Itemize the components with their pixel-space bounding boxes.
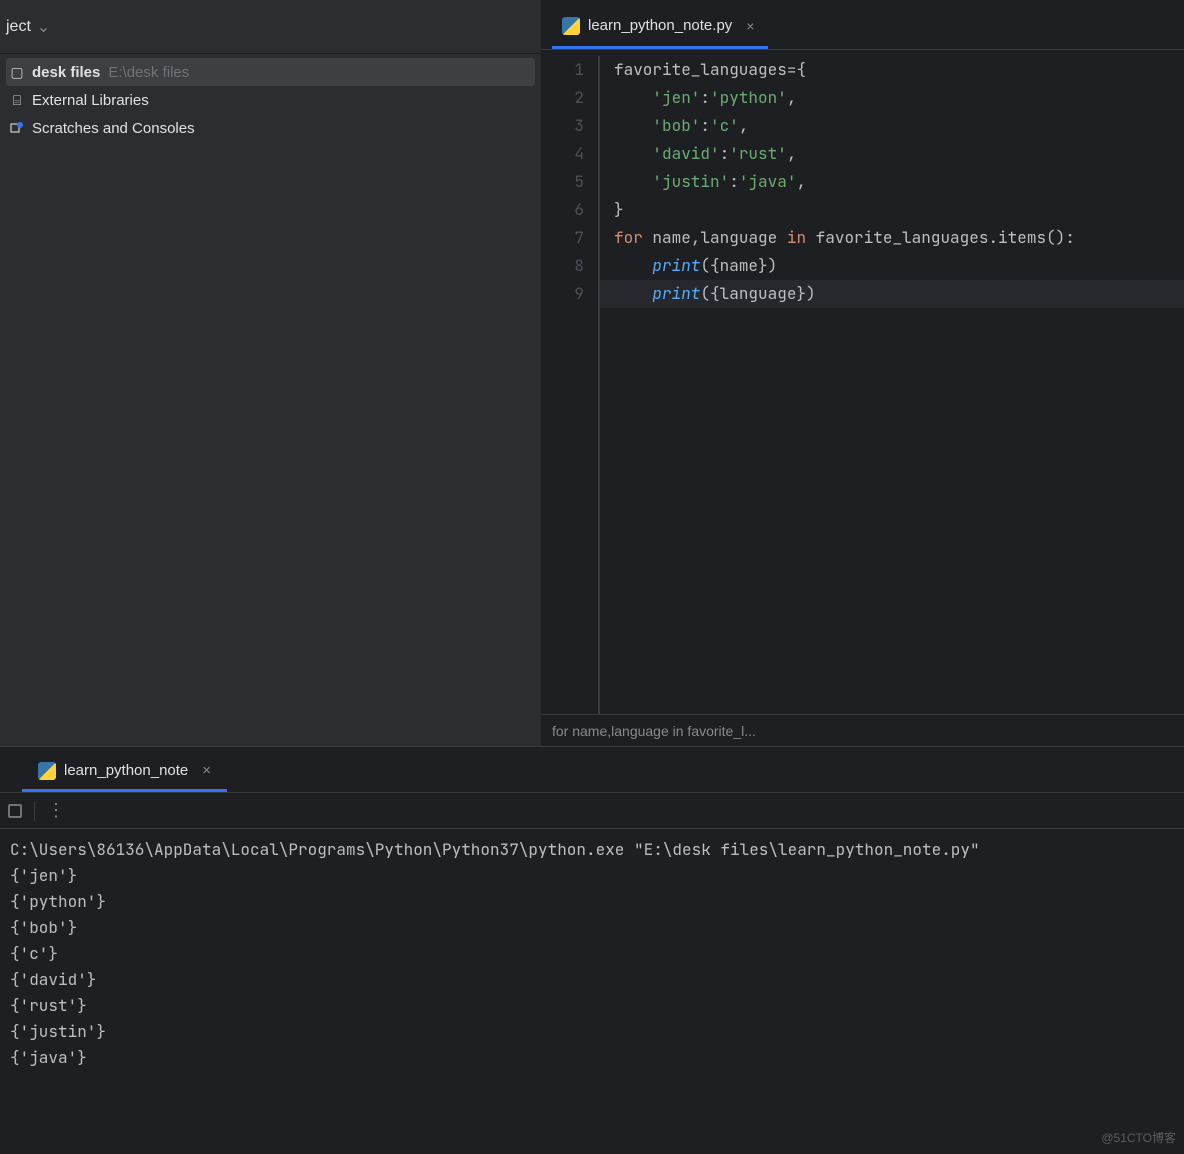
line-number: 2 — [542, 84, 584, 112]
code-line[interactable]: 'jen':'python', — [614, 84, 1184, 112]
line-number: 6 — [542, 196, 584, 224]
tree-item-scratches-and-consoles[interactable]: Scratches and Consoles — [0, 114, 541, 142]
code-line[interactable]: print({language}) — [600, 280, 1184, 308]
line-number: 3 — [542, 112, 584, 140]
gutter: 123456789 — [542, 56, 598, 714]
scratch-icon — [8, 119, 26, 137]
run-tab[interactable]: learn_python_note × — [22, 752, 227, 792]
line-number: 1 — [542, 56, 584, 84]
stop-icon[interactable] — [8, 804, 22, 818]
code-line[interactable]: } — [614, 196, 1184, 224]
code-line[interactable]: for name,language in favorite_languages.… — [614, 224, 1184, 252]
project-tree: ▢ desk files E:\desk files ⌸ External Librar… — [0, 54, 541, 146]
line-number: 5 — [542, 168, 584, 196]
line-number: 4 — [542, 140, 584, 168]
line-number: 9 — [542, 280, 584, 308]
separator — [34, 801, 35, 821]
project-label: ject — [6, 18, 31, 36]
breadcrumb-text: for name,language in favorite_l... — [552, 723, 756, 739]
editor-pane: learn_python_note.py × 123456789 favorit… — [542, 0, 1184, 746]
project-sidebar: ject ⌄ ▢ desk files E:\desk files ⌸ External… — [0, 0, 542, 746]
folder-icon: ▢ — [8, 63, 26, 81]
console-output[interactable]: C:\Users\86136\AppData\Local\Programs\Py… — [0, 829, 1184, 1154]
chevron-down-icon: ⌄ — [37, 17, 50, 37]
code-editor[interactable]: 123456789 favorite_languages={ 'jen':'py… — [542, 50, 1184, 714]
tab-filename: learn_python_note.py — [588, 17, 732, 34]
code-line[interactable]: favorite_languages={ — [614, 56, 1184, 84]
code-line[interactable]: 'justin':'java', — [614, 168, 1184, 196]
code-line[interactable]: 'bob':'c', — [614, 112, 1184, 140]
close-icon[interactable]: × — [746, 18, 754, 34]
tree-item-desk-files[interactable]: ▢ desk files E:\desk files — [6, 58, 535, 86]
line-number: 8 — [542, 252, 584, 280]
run-toolbar: ⋮ — [0, 793, 1184, 829]
run-tab-label: learn_python_note — [64, 762, 188, 779]
tree-item-label: desk files — [32, 64, 100, 81]
editor-tab[interactable]: learn_python_note.py × — [552, 5, 768, 49]
more-icon[interactable]: ⋮ — [47, 800, 67, 821]
python-icon — [38, 762, 56, 780]
close-icon[interactable]: × — [202, 762, 211, 779]
tree-item-label: External Libraries — [32, 92, 149, 109]
python-icon — [562, 17, 580, 35]
code-line[interactable]: 'david':'rust', — [614, 140, 1184, 168]
project-dropdown[interactable]: ject ⌄ — [0, 0, 541, 54]
run-panel: learn_python_note × ⋮ C:\Users\86136\App… — [0, 746, 1184, 1154]
breadcrumb[interactable]: for name,language in favorite_l... — [542, 714, 1184, 746]
watermark: @51CTO博客 — [1101, 1129, 1176, 1146]
tree-item-external-libraries[interactable]: ⌸ External Libraries — [0, 86, 541, 114]
line-number: 7 — [542, 224, 584, 252]
tree-item-path: E:\desk files — [108, 64, 189, 81]
code-content[interactable]: favorite_languages={ 'jen':'python', 'bo… — [600, 56, 1184, 714]
editor-tabs: learn_python_note.py × — [542, 0, 1184, 50]
run-tabs: learn_python_note × — [0, 747, 1184, 793]
code-line[interactable]: print({name}) — [614, 252, 1184, 280]
library-icon: ⌸ — [8, 91, 26, 109]
tree-item-label: Scratches and Consoles — [32, 120, 195, 137]
